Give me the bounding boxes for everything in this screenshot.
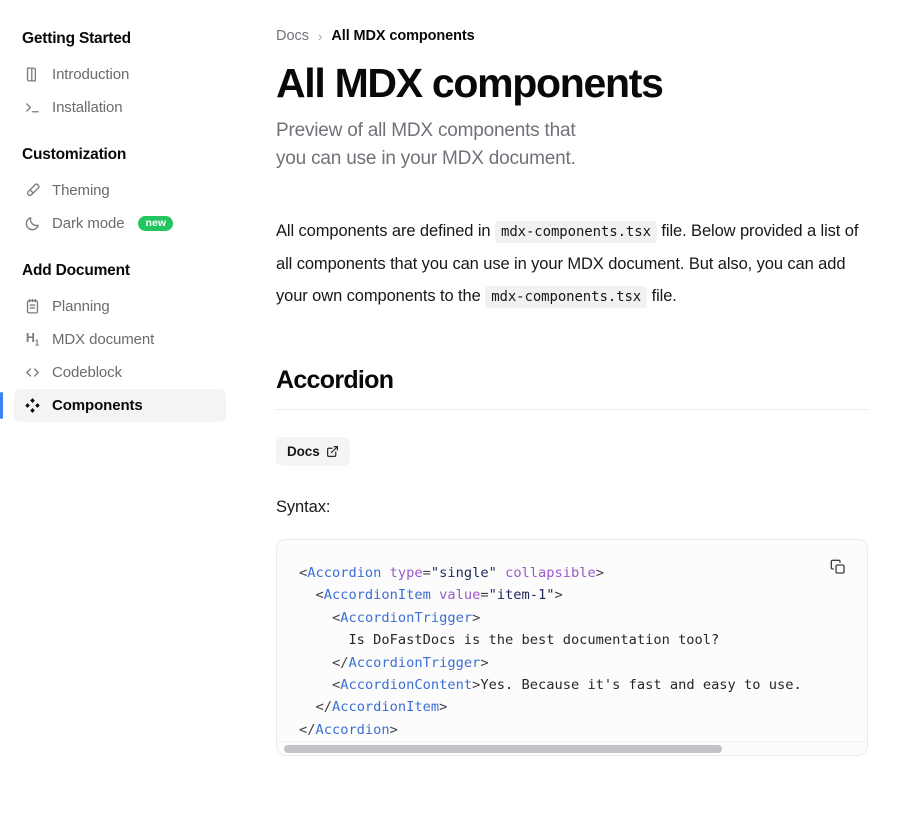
code-token-punct: > <box>480 655 488 671</box>
intro-text-part-3: file. <box>652 287 677 305</box>
syntax-label: Syntax: <box>276 498 877 517</box>
new-badge: new <box>138 216 173 232</box>
copy-icon-button[interactable] <box>825 554 851 580</box>
app-root: Getting Started Introduction Installation C… <box>0 0 905 836</box>
code-token-punct: < <box>315 587 323 603</box>
sidebar-item-label: Codeblock <box>52 364 122 381</box>
code-brackets-icon <box>24 364 41 381</box>
code-token-attr: type <box>390 565 423 581</box>
sidebar-item-planning[interactable]: Planning <box>14 290 226 323</box>
code-token-punct: > <box>555 587 563 603</box>
sidebar-item-dark-mode[interactable]: Dark mode new <box>14 207 226 240</box>
sidebar-item-installation[interactable]: Installation <box>14 91 226 124</box>
sidebar-group: Add Document Planning H1 MDX document Codebl… <box>0 262 268 422</box>
heading-one-icon: H1 <box>24 331 41 348</box>
code-scroll-region[interactable]: <Accordion type="single" collapsible> <A… <box>277 540 867 755</box>
sidebar-item-theming[interactable]: Theming <box>14 174 226 207</box>
sidebar-item-introduction[interactable]: Introduction <box>14 58 226 91</box>
sidebar-group: Getting Started Introduction Installation <box>0 30 268 124</box>
terminal-icon <box>24 99 41 116</box>
code-token-text <box>299 587 315 603</box>
code-token-text: Is DoFastDocs is the best documentation … <box>299 632 719 648</box>
moon-icon <box>24 215 41 232</box>
code-token-text <box>381 565 389 581</box>
code-content: <Accordion type="single" collapsible> <A… <box>277 562 867 741</box>
code-token-punct: > <box>390 722 398 738</box>
code-token-punct: > <box>439 699 447 715</box>
sidebar-item-label: Theming <box>52 182 110 199</box>
code-horizontal-scrollbar[interactable] <box>277 741 867 755</box>
sidebar-group: Customization Theming Dark mode new <box>0 146 268 240</box>
code-token-tag: AccordionContent <box>340 677 472 693</box>
breadcrumb-separator-icon: › <box>318 29 322 44</box>
active-indicator-bar <box>0 392 3 419</box>
code-token-attr: collapsible <box>505 565 596 581</box>
docs-chip-label: Docs <box>287 444 320 459</box>
inline-code-mdx-components-1: mdx-components.tsx <box>495 221 657 243</box>
sidebar-group-title: Customization <box>0 146 268 164</box>
sidebar-item-label: MDX document <box>52 331 154 348</box>
code-token-text <box>299 610 332 626</box>
clipboard-icon <box>24 298 41 315</box>
code-token-str: "single" <box>431 565 497 581</box>
code-token-punct: > <box>596 565 604 581</box>
code-token-punct: = <box>423 565 431 581</box>
code-token-punct: </ <box>315 699 331 715</box>
sidebar-item-label: Planning <box>52 298 110 315</box>
sidebar-item-label: Components <box>52 397 143 414</box>
sidebar-group-title: Add Document <box>0 262 268 280</box>
code-token-str: "item-1" <box>489 587 555 603</box>
main-content: Docs › All MDX components All MDX compon… <box>268 0 905 836</box>
paintbrush-icon <box>24 182 41 199</box>
code-block-card: <Accordion type="single" collapsible> <A… <box>276 539 868 756</box>
inline-code-mdx-components-2: mdx-components.tsx <box>485 286 647 308</box>
code-token-tag: AccordionItem <box>332 699 439 715</box>
sidebar-item-codeblock[interactable]: Codeblock <box>14 356 226 389</box>
code-token-text <box>299 699 315 715</box>
code-token-text <box>497 565 505 581</box>
section-divider <box>276 409 868 410</box>
external-link-icon <box>326 445 339 458</box>
code-token-text <box>299 655 332 671</box>
code-token-punct: </ <box>299 722 315 738</box>
code-scrollbar-thumb[interactable] <box>284 745 722 753</box>
code-token-attr: value <box>439 587 480 603</box>
page-title: All MDX components <box>276 61 877 105</box>
code-token-punct: < <box>332 610 340 626</box>
sidebar-nav-groups: Getting Started Introduction Installation C… <box>0 30 268 422</box>
code-token-tag: AccordionTrigger <box>340 610 472 626</box>
code-token-tag: Accordion <box>307 565 381 581</box>
sidebar-item-label: Introduction <box>52 66 129 83</box>
copy-icon <box>830 559 846 575</box>
code-token-punct: > <box>472 610 480 626</box>
breadcrumb-root-link[interactable]: Docs <box>276 28 309 44</box>
page-subtitle: Preview of all MDX components that you c… <box>276 117 606 173</box>
code-token-punct: < <box>332 677 340 693</box>
code-token-text <box>431 587 439 603</box>
docs-link-chip[interactable]: Docs <box>276 437 350 466</box>
sidebar-item-components[interactable]: Components <box>14 389 226 422</box>
breadcrumb: Docs › All MDX components <box>276 28 877 44</box>
sidebar-item-mdx-document[interactable]: H1 MDX document <box>14 323 226 356</box>
sidebar-group-title: Getting Started <box>0 30 268 48</box>
sidebar-item-label: Dark mode <box>52 215 124 232</box>
code-token-text: Yes. Because it's fast and easy to use. <box>480 677 801 693</box>
components-diamond-icon <box>24 397 41 414</box>
section-heading-accordion: Accordion <box>276 366 877 395</box>
code-token-punct: = <box>480 587 488 603</box>
code-token-punct: < <box>299 565 307 581</box>
breadcrumb-current: All MDX components <box>331 28 474 44</box>
book-icon <box>24 66 41 83</box>
sidebar: Getting Started Introduction Installation C… <box>0 0 268 836</box>
code-token-punct: </ <box>332 655 348 671</box>
intro-paragraph: All components are defined in mdx-compon… <box>276 215 868 312</box>
code-token-text <box>299 677 332 693</box>
intro-text-part-1: All components are defined in <box>276 222 491 240</box>
code-token-tag: AccordionItem <box>324 587 431 603</box>
sidebar-item-label: Installation <box>52 99 123 116</box>
code-token-tag: AccordionTrigger <box>348 655 480 671</box>
code-token-tag: Accordion <box>315 722 389 738</box>
